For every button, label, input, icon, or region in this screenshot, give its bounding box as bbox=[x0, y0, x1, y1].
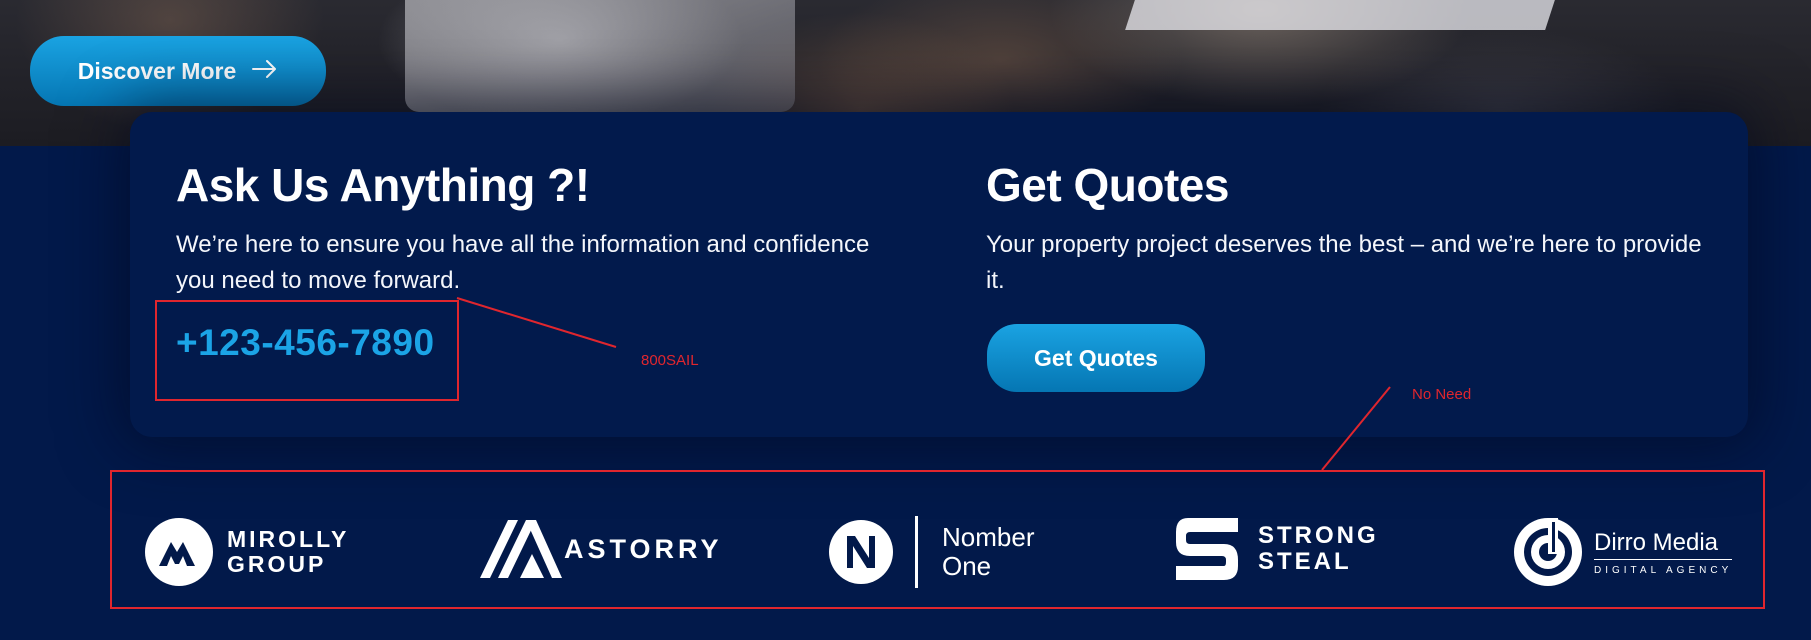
logos-annotation-line bbox=[1321, 386, 1391, 471]
mirolly-line1: MIROLLY bbox=[227, 526, 350, 552]
mirolly-mark-icon bbox=[145, 518, 213, 586]
mirolly-line2: GROUP bbox=[227, 551, 327, 577]
dirro-tagline: DIGITAL AGENCY bbox=[1594, 564, 1733, 576]
logo-astorry: ASTORRY bbox=[480, 518, 723, 580]
nomber-line1: Nomber bbox=[942, 522, 1035, 552]
logo-mirolly-group: MIROLLY GROUP bbox=[145, 518, 349, 586]
strong-line1: STRONG bbox=[1258, 522, 1379, 549]
logo-nomber-one: Nomber One bbox=[829, 516, 1034, 588]
astorry-name: ASTORRY bbox=[564, 533, 723, 564]
nomber-line2: One bbox=[942, 551, 992, 581]
strong-mark-icon bbox=[1176, 518, 1238, 580]
phone-annotation-line bbox=[456, 297, 617, 348]
strong-line2: STEAL bbox=[1258, 548, 1352, 575]
astorry-mark-icon bbox=[480, 520, 562, 578]
logo-strong-steal: STRONG STEAL bbox=[1174, 516, 1379, 582]
logos-annotation-note: No Need bbox=[1412, 386, 1472, 403]
dirro-name: Dirro Media bbox=[1594, 529, 1733, 560]
nomber-divider bbox=[915, 516, 918, 588]
nomber-mark-icon bbox=[829, 520, 893, 584]
phone-annotation-note: 800SAIL bbox=[641, 352, 699, 369]
logo-dirro-media: Dirro Media DIGITAL AGENCY bbox=[1512, 516, 1733, 588]
dirro-mark-icon bbox=[1514, 518, 1582, 586]
